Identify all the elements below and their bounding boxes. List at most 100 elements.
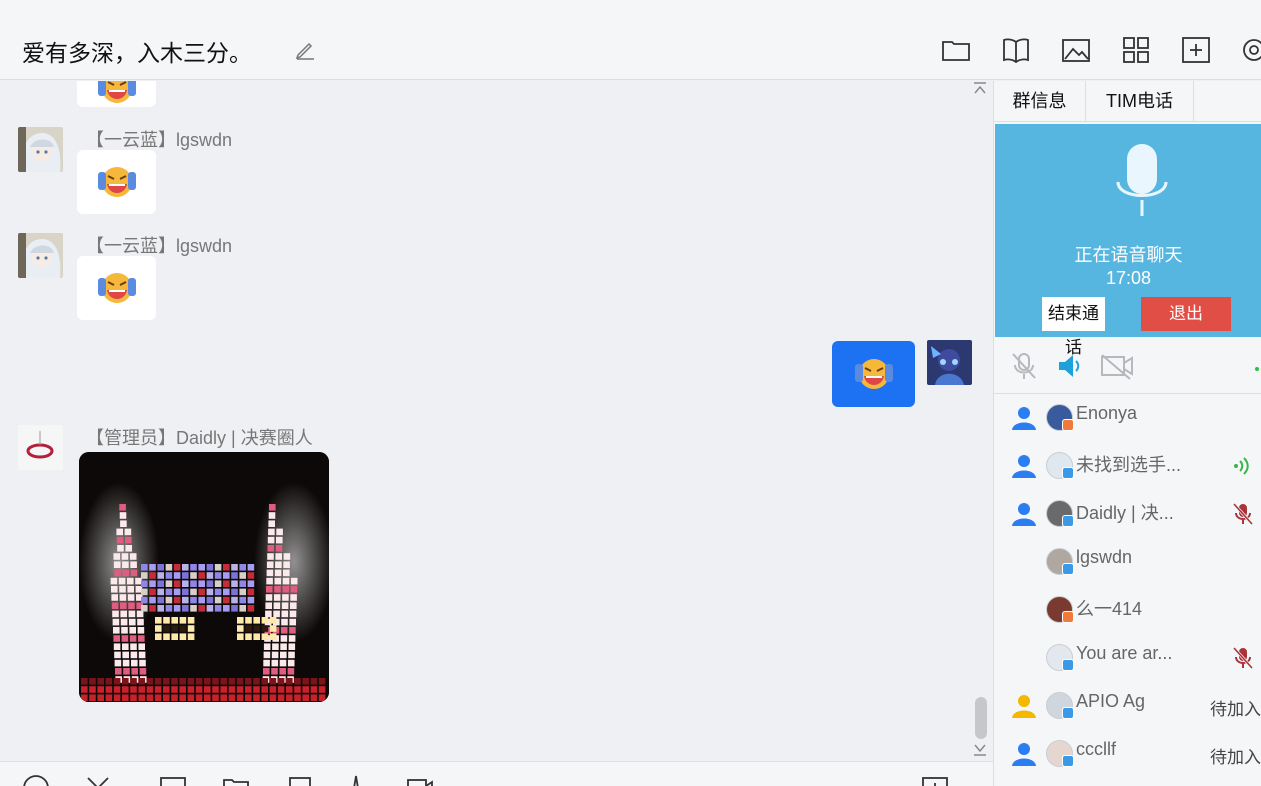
sticker-pixel bbox=[237, 633, 244, 640]
sticker-pixel bbox=[220, 678, 227, 685]
sticker-pixel bbox=[137, 627, 145, 634]
sticker-pixel bbox=[318, 686, 326, 693]
add-screen-icon[interactable] bbox=[1181, 35, 1211, 65]
message-bubble[interactable] bbox=[77, 150, 156, 214]
message-bubble[interactable] bbox=[77, 256, 156, 320]
book-icon[interactable] bbox=[1001, 35, 1031, 65]
image-icon[interactable] bbox=[1061, 35, 1091, 65]
sticker-pixel bbox=[281, 602, 289, 609]
folder-icon[interactable] bbox=[222, 774, 250, 786]
scroll-up-icon[interactable] bbox=[972, 81, 988, 97]
sticker-pixel bbox=[187, 633, 195, 640]
sticker-pixel bbox=[173, 596, 181, 604]
avatar[interactable] bbox=[18, 425, 63, 470]
sticker-pixel bbox=[239, 588, 246, 596]
speaker-icon[interactable] bbox=[1056, 351, 1082, 381]
scrollbar-thumb[interactable] bbox=[975, 697, 987, 739]
apps-icon[interactable] bbox=[1121, 35, 1151, 65]
edit-icon[interactable] bbox=[294, 38, 316, 60]
exit-call-button[interactable]: 退出 bbox=[1141, 297, 1231, 331]
sticker-pixel bbox=[116, 528, 123, 536]
sender-name: 【一云蓝】lgswdn bbox=[86, 130, 233, 150]
sticker-pixel bbox=[182, 572, 189, 579]
my-avatar[interactable] bbox=[927, 340, 972, 385]
message-list[interactable]: 【一云蓝】lgswdn 【一云蓝】lgswdn 【管理员】Daidly | 决赛… bbox=[0, 81, 993, 761]
sticker-pixel bbox=[179, 678, 186, 685]
member-row[interactable]: APIO Ag 待加入 bbox=[994, 682, 1261, 730]
sticker-pixel bbox=[81, 694, 88, 701]
sticker-pixel bbox=[266, 569, 274, 577]
my-message-bubble[interactable] bbox=[832, 341, 915, 407]
emoji-icon[interactable] bbox=[22, 774, 50, 786]
sticker-pixel bbox=[253, 694, 260, 701]
sticker-pixel bbox=[112, 618, 120, 626]
sticker-pixel bbox=[239, 605, 246, 612]
sticker-pixel bbox=[261, 678, 268, 685]
screenshot-icon[interactable] bbox=[159, 774, 187, 786]
scroll-down-icon[interactable] bbox=[972, 741, 988, 757]
mic-muted-icon[interactable] bbox=[1010, 351, 1038, 381]
sticker-pixel bbox=[114, 651, 121, 659]
doc-edit-icon[interactable] bbox=[286, 774, 314, 786]
camera-off-icon[interactable] bbox=[1100, 351, 1134, 381]
sticker-pixel bbox=[231, 580, 238, 587]
sticker-pixel bbox=[282, 577, 290, 585]
sticker-pixel bbox=[310, 686, 318, 693]
sticker-pixel bbox=[263, 668, 270, 675]
sticker-pixel bbox=[223, 564, 230, 571]
sticker-pixel bbox=[265, 602, 272, 609]
sticker-pixel bbox=[157, 564, 164, 571]
tab-tim-call[interactable]: TIM电话 bbox=[1086, 81, 1194, 122]
sticker-pixel bbox=[135, 577, 142, 585]
member-row[interactable]: 未找到选手... bbox=[994, 442, 1261, 490]
scissors-icon[interactable] bbox=[84, 774, 112, 786]
red-object-avatar-icon bbox=[18, 425, 63, 470]
sticker-pixel bbox=[149, 580, 156, 587]
sticker-pixel bbox=[171, 694, 178, 701]
end-call-button[interactable]: 结束通话 bbox=[1042, 297, 1105, 357]
sticker-pixel bbox=[190, 588, 197, 596]
sticker-pixel bbox=[120, 610, 127, 618]
device-badge-icon bbox=[1062, 515, 1074, 527]
sticker-pixel bbox=[302, 694, 309, 701]
sticker-pixel bbox=[195, 694, 203, 701]
sticker-pixel bbox=[206, 588, 214, 596]
member-row[interactable]: You are ar... bbox=[994, 634, 1261, 682]
expand-icon[interactable] bbox=[921, 774, 949, 786]
sticker-pixel bbox=[228, 686, 236, 693]
sticker-pixel bbox=[190, 596, 197, 604]
sticker-pixel bbox=[187, 617, 195, 624]
avatar[interactable] bbox=[18, 233, 63, 278]
folder-icon[interactable] bbox=[941, 35, 971, 65]
sticker-pixel bbox=[138, 635, 145, 642]
sticker-pixel bbox=[187, 694, 195, 701]
sticker-pixel bbox=[214, 572, 222, 579]
pen-icon[interactable] bbox=[342, 774, 370, 786]
sticker-pixel bbox=[117, 545, 124, 552]
anime-character-avatar-icon bbox=[927, 340, 972, 385]
sticker-pixel bbox=[294, 694, 301, 701]
sticker-image[interactable] bbox=[79, 452, 329, 702]
member-row[interactable]: Enonya bbox=[994, 394, 1261, 442]
sticker-pixel bbox=[137, 618, 144, 626]
sticker-pixel bbox=[228, 678, 236, 685]
sticker-pixel bbox=[165, 596, 173, 604]
settings-icon[interactable] bbox=[1239, 35, 1261, 65]
member-row[interactable]: cccllf 待加入 bbox=[994, 730, 1261, 778]
message-bubble[interactable] bbox=[77, 81, 156, 107]
sticker-pixel bbox=[212, 686, 219, 693]
sticker-pixel bbox=[280, 643, 287, 650]
member-row[interactable]: 么一414 bbox=[994, 586, 1261, 634]
member-name: Enonya bbox=[1076, 403, 1138, 423]
sticker-pixel bbox=[130, 678, 137, 685]
video-icon[interactable] bbox=[406, 774, 434, 786]
sticker-pixel bbox=[267, 545, 275, 552]
member-row[interactable]: Daidly | 决... bbox=[994, 490, 1261, 538]
sticker-pixel bbox=[245, 625, 252, 632]
member-row[interactable]: lgswdn bbox=[994, 538, 1261, 586]
avatar[interactable] bbox=[18, 127, 63, 172]
member-muted-icon bbox=[1232, 646, 1254, 670]
sticker-pixel bbox=[231, 605, 238, 612]
tab-group-info[interactable]: 群信息 bbox=[994, 81, 1086, 122]
sticker-pixel bbox=[119, 586, 126, 593]
